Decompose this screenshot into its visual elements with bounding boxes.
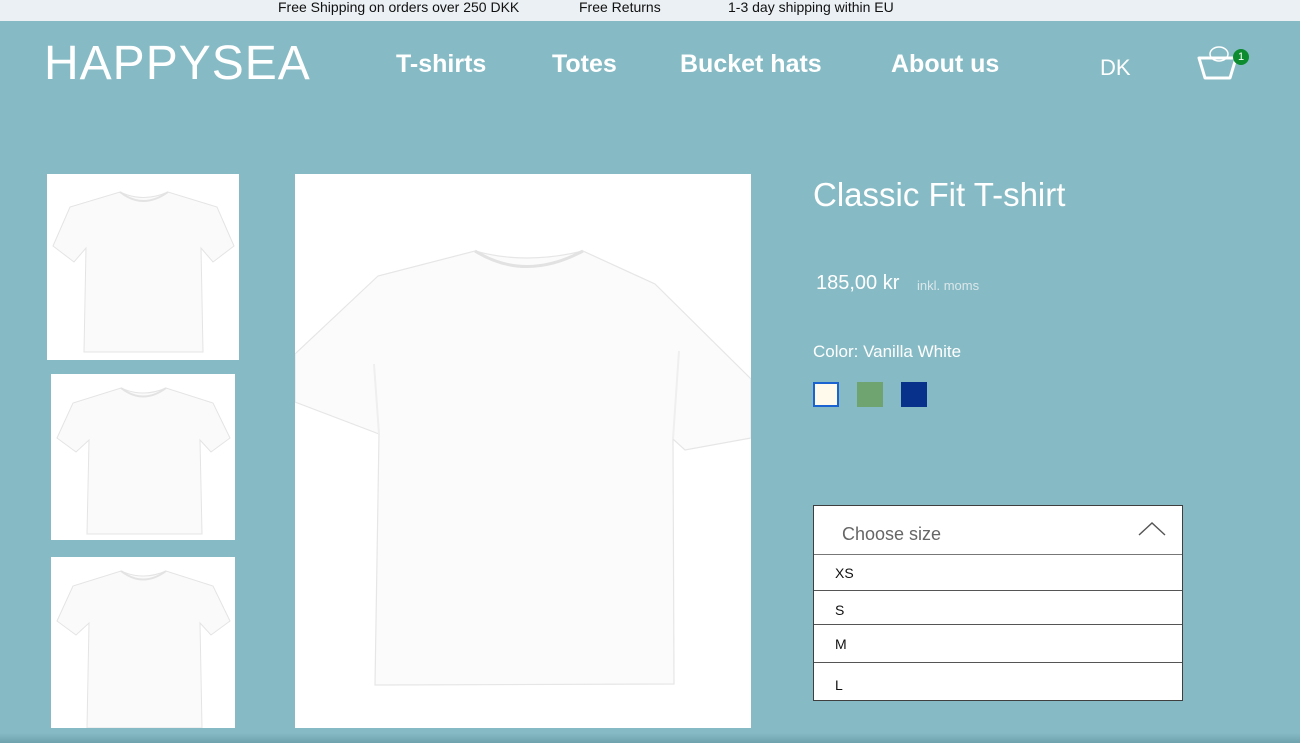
announcement-free-returns: Free Returns [579,0,661,15]
color-swatch-green[interactable] [857,382,883,407]
size-dropdown[interactable]: Choose size XS S M L [813,505,1183,701]
nav-totes-link[interactable]: Totes [552,50,617,78]
size-option-label: L [835,677,843,693]
tshirt-image [52,191,235,353]
site-logo[interactable]: HAPPYSEA [44,38,311,90]
size-option-label: M [835,636,847,652]
chevron-up-icon [1138,522,1166,536]
thumbnail-2[interactable] [51,374,235,540]
cart-count-badge: 1 [1233,49,1249,65]
announcement-bar: Free Shipping on orders over 250 DKK Fre… [0,0,1300,21]
size-option-xs[interactable]: XS [814,554,1182,591]
size-option-m[interactable]: M [814,625,1182,663]
language-selector[interactable]: DK [1100,56,1131,80]
cart-button[interactable] [1196,44,1240,82]
nav-bucket-hats-link[interactable]: Bucket hats [680,50,822,78]
color-swatch-vanilla-white[interactable] [813,382,839,407]
size-option-s[interactable]: S [814,591,1182,625]
tshirt-image [56,387,231,535]
announcement-eu-shipping: 1-3 day shipping within EU [728,0,894,15]
bottom-shadow [0,733,1300,743]
color-swatch-navy[interactable] [901,382,927,407]
size-placeholder: Choose size [842,524,942,544]
size-option-l[interactable]: L [814,663,1182,700]
thumbnail-1[interactable] [47,174,239,360]
vat-note: inkl. moms [917,278,980,293]
nav-tshirts-link[interactable]: T-shirts [396,50,486,78]
size-dropdown-header[interactable]: Choose size [814,506,1182,555]
thumbnail-3[interactable] [51,557,235,728]
main-product-image[interactable] [295,174,751,728]
nav-about-us-link[interactable]: About us [891,50,999,78]
size-option-label: S [835,602,845,618]
selected-color-label: Color: Vanilla White [813,342,962,361]
product-price: 185,00 kr [816,272,900,294]
tshirt-image [56,570,231,728]
basket-icon [1197,46,1238,80]
tshirt-image [295,249,751,686]
size-option-label: XS [835,565,854,581]
product-title: Classic Fit T-shirt [813,176,1066,213]
announcement-free-shipping: Free Shipping on orders over 250 DKK [278,0,520,15]
